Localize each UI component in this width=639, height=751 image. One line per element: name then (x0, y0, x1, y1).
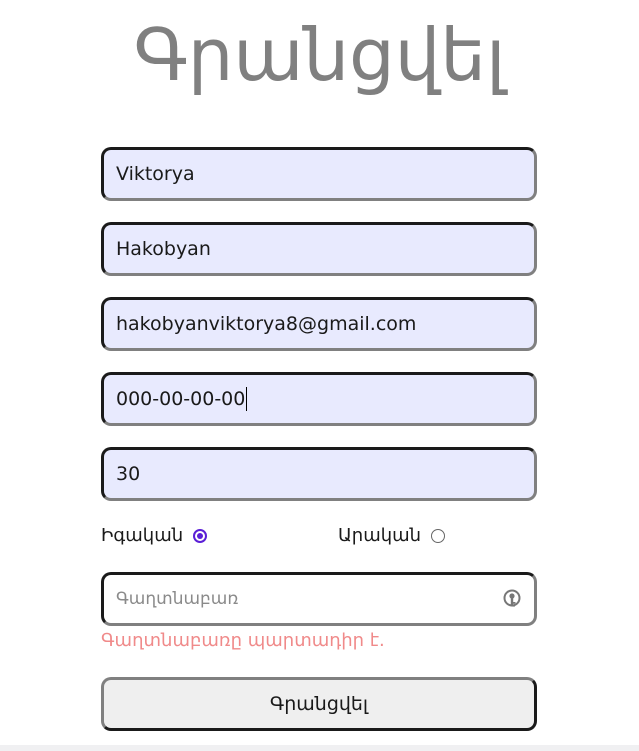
gender-option-female-label: Իգական (101, 525, 184, 546)
last-name-value: Hakobyan (116, 238, 211, 260)
register-button[interactable]: Գրանցվել (101, 677, 537, 731)
page-title: Գրանցվել (133, 13, 506, 97)
first-name-input[interactable]: Viktorya (101, 147, 537, 201)
registration-page: Գրանցվել Viktorya Hakobyan hakobyanvikto… (0, 0, 639, 751)
gender-option-male-label: Արական (338, 525, 422, 546)
age-input[interactable]: 30 (101, 447, 537, 501)
gender-option-male[interactable]: Արական (338, 525, 446, 546)
email-input[interactable]: hakobyanviktorya8@gmail.com (101, 297, 537, 351)
phone-input[interactable]: 000-00-00-00 (101, 372, 537, 426)
key-icon[interactable] (502, 588, 522, 610)
password-placeholder: Գաղտնաբառ (116, 589, 239, 609)
first-name-value: Viktorya (116, 163, 195, 185)
password-error-message: Գաղտնաբառը պարտադիր է. (101, 630, 385, 651)
text-caret (246, 387, 248, 411)
password-input[interactable]: Գաղտնաբառ (101, 572, 537, 626)
bottom-divider (0, 745, 639, 751)
phone-value: 000-00-00-00 (116, 388, 246, 410)
email-value: hakobyanviktorya8@gmail.com (116, 313, 417, 335)
gender-radio-female[interactable] (193, 528, 208, 543)
age-value: 30 (116, 463, 141, 485)
gender-option-female[interactable]: Իգական (101, 525, 208, 546)
gender-radio-male[interactable] (431, 528, 446, 543)
last-name-input[interactable]: Hakobyan (101, 222, 537, 276)
